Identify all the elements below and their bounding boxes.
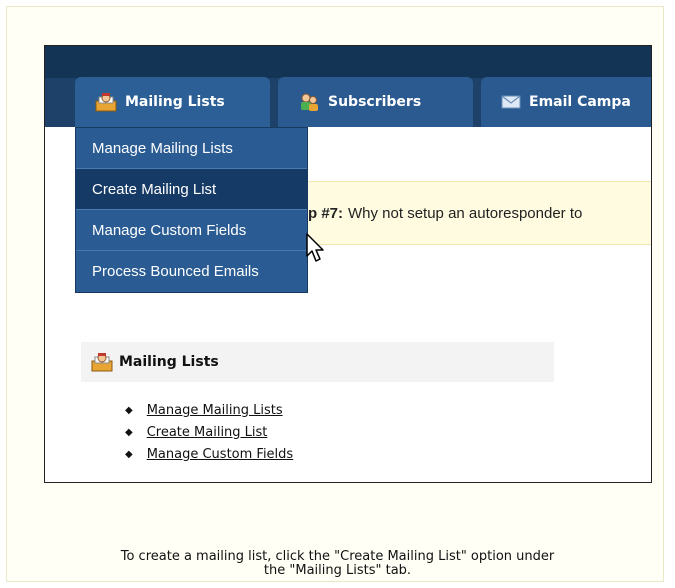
menu-item-create-mailing-list[interactable]: Create Mailing List (76, 169, 307, 210)
mailing-list-icon (91, 352, 113, 372)
bullet-icon: ◆ (125, 426, 133, 438)
mailing-lists-links: ◆ Manage Mailing Lists ◆ Create Mailing … (125, 399, 293, 465)
header-band (45, 46, 651, 78)
menu-item-process-bounced-emails[interactable]: Process Bounced Emails (76, 251, 307, 292)
app-screenshot: Mailing Lists Subscribers Email Campa Ma… (44, 45, 652, 483)
tab-email-campaigns[interactable]: Email Campa (481, 77, 651, 127)
tab-label: Subscribers (328, 94, 422, 110)
subscribers-icon (298, 92, 320, 112)
caption-line-2: the "Mailing Lists" tab. (263, 563, 412, 578)
link-manage-custom-fields[interactable]: Manage Custom Fields (147, 447, 294, 462)
caption: To create a mailing list, click the "Cre… (0, 550, 675, 578)
envelope-icon (501, 94, 521, 110)
list-item: ◆ Create Mailing List (125, 421, 293, 443)
tip-prefix: p #7: (308, 204, 344, 222)
tip-text: Why not setup an autoresponder to (348, 204, 583, 222)
tab-subscribers[interactable]: Subscribers (278, 77, 473, 127)
tab-label: Email Campa (529, 94, 631, 110)
menu-item-manage-mailing-lists[interactable]: Manage Mailing Lists (76, 128, 307, 169)
link-create-mailing-list[interactable]: Create Mailing List (147, 425, 268, 440)
mailing-lists-dropdown-menu: Manage Mailing Lists Create Mailing List… (75, 127, 308, 293)
section-title: Mailing Lists (119, 354, 219, 370)
bullet-icon: ◆ (125, 448, 133, 460)
list-item: ◆ Manage Mailing Lists (125, 399, 293, 421)
mouse-cursor-icon (306, 233, 326, 267)
mailing-list-icon (95, 92, 117, 112)
top-navigation-bar: Mailing Lists Subscribers Email Campa (45, 46, 651, 127)
tab-mailing-lists[interactable]: Mailing Lists (75, 77, 270, 127)
menu-item-manage-custom-fields[interactable]: Manage Custom Fields (76, 210, 307, 251)
mailing-lists-section-header: Mailing Lists (81, 342, 554, 382)
list-item: ◆ Manage Custom Fields (125, 443, 293, 465)
link-manage-mailing-lists[interactable]: Manage Mailing Lists (147, 403, 283, 418)
tab-label: Mailing Lists (125, 94, 225, 110)
caption-line-1: To create a mailing list, click the "Cre… (120, 549, 555, 564)
bullet-icon: ◆ (125, 404, 133, 416)
